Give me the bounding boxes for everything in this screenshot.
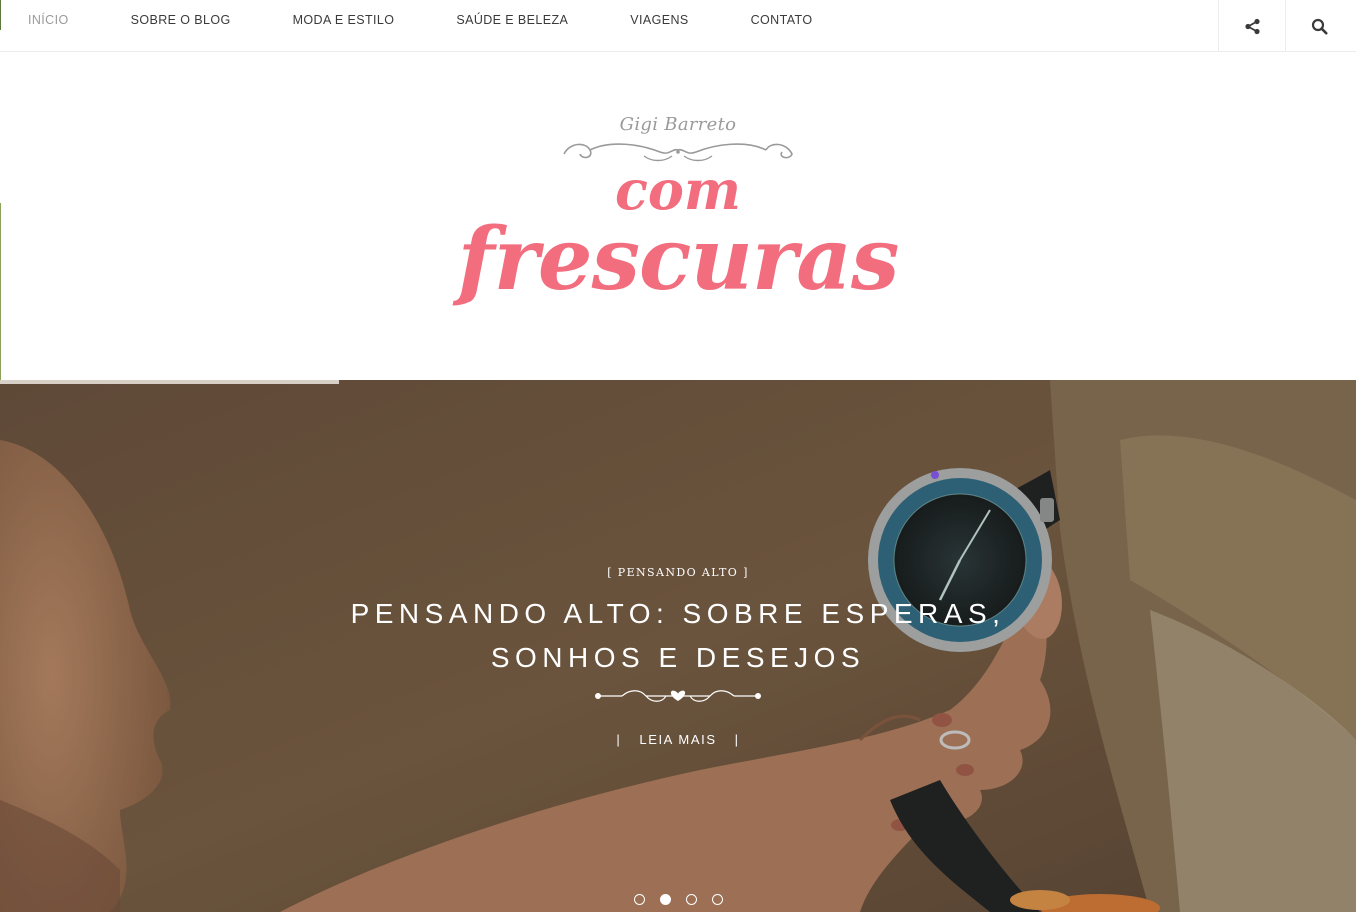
featured-post-slider[interactable]: [ PENSANDO ALTO ] PENSANDO ALTO: SOBRE E…: [0, 380, 1356, 912]
left-accent-line: [0, 0, 1, 30]
nav-item-contato[interactable]: CONTATO: [751, 13, 813, 27]
ornamental-divider: [595, 690, 761, 702]
logo-subtitle: Gigi Barreto: [619, 114, 737, 135]
logo-wordmark-frescuras: frescuras: [457, 209, 900, 310]
search-icon: [1311, 18, 1328, 34]
slider-dot-2[interactable]: [659, 894, 671, 905]
post-title-line-1: PENSANDO ALTO: SOBRE ESPERAS,: [350, 598, 1006, 629]
nav-item-moda-e-estilo[interactable]: MODA E ESTILO: [293, 13, 395, 27]
post-title-line-2: SONHOS E DESEJOS: [490, 642, 866, 673]
share-button[interactable]: [1218, 0, 1286, 52]
site-header-logo-area: Gigi Barreto com frescuras: [0, 52, 1356, 383]
search-button[interactable]: [1285, 0, 1353, 52]
nav-item-sobre-o-blog[interactable]: SOBRE O BLOG: [131, 13, 231, 27]
post-category[interactable]: [ PENSANDO ALTO ]: [0, 566, 1356, 579]
slider-pagination: [0, 894, 1356, 905]
read-more-label: LEIA MAIS: [639, 732, 717, 747]
slide-progress-bar: [0, 380, 339, 384]
share-icon: [1245, 18, 1260, 34]
nav-item-saude-e-beleza[interactable]: SAÚDE E BELEZA: [456, 13, 568, 27]
slider-dot-1[interactable]: [633, 894, 645, 905]
slider-dot-4[interactable]: [711, 894, 723, 905]
post-title[interactable]: PENSANDO ALTO: SOBRE ESPERAS, SONHOS E D…: [328, 592, 1028, 680]
slide-progress-track: [0, 380, 1356, 384]
cta-separator-left: |: [616, 732, 622, 747]
nav-item-viagens[interactable]: VIAGENS: [630, 13, 688, 27]
main-menu: INÍCIO SOBRE O BLOG MODA E ESTILO SAÚDE …: [28, 0, 874, 40]
cta-separator-right: |: [734, 732, 740, 747]
nav-item-inicio[interactable]: INÍCIO: [28, 13, 69, 27]
read-more-link[interactable]: | LEIA MAIS |: [0, 732, 1356, 747]
slider-dot-3[interactable]: [685, 894, 697, 905]
top-navigation-bar: INÍCIO SOBRE O BLOG MODA E ESTILO SAÚDE …: [0, 0, 1356, 52]
